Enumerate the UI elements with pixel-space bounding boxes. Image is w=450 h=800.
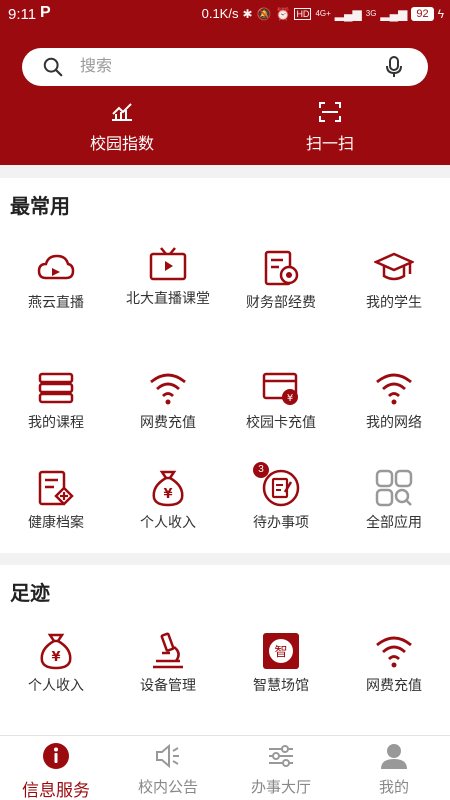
books-icon: [38, 372, 74, 404]
scan-icon: [319, 102, 341, 122]
charging-icon: ϟ: [437, 6, 444, 21]
chart-icon: [112, 103, 132, 121]
battery-level: 92: [411, 6, 434, 21]
campus-index-button[interactable]: 校园指数: [52, 100, 192, 154]
app-my-network[interactable]: 我的网络: [338, 368, 450, 434]
scan-label: 扫一扫: [305, 134, 354, 153]
svg-text:¥: ¥: [51, 650, 60, 665]
app-pku-live-class[interactable]: 北大直播课堂: [112, 244, 224, 310]
wifi-icon: [150, 373, 186, 405]
app-label: 待办事项: [253, 515, 309, 531]
mute-icon: 🔕: [256, 6, 272, 21]
search-icon[interactable]: [42, 56, 64, 78]
app-label: 个人收入: [140, 515, 196, 531]
signal-bars-icon: ▂▄▆: [334, 6, 362, 21]
section-title: 足迹: [10, 581, 50, 605]
app-all-apps[interactable]: 全部应用: [338, 468, 450, 534]
nav-service-hall[interactable]: 办事大厅: [225, 742, 337, 797]
signal-3g-icon: 3G: [365, 9, 377, 18]
tv-icon: [149, 247, 187, 281]
todo-icon-wrap: 3: [253, 462, 301, 508]
money-bag-icon: ¥: [152, 470, 184, 507]
nav-label: 我的: [378, 778, 409, 796]
app-device-management[interactable]: 设备管理: [112, 631, 224, 697]
card-icon: ¥: [262, 372, 298, 405]
svg-text:¥: ¥: [163, 487, 172, 502]
app-yanyun-live[interactable]: 燕云直播: [0, 248, 112, 314]
bluetooth-icon: ✱: [242, 6, 253, 21]
app-smart-venue[interactable]: 智 智慧场馆: [225, 631, 337, 697]
app-notification-icon: P: [40, 4, 51, 21]
app-my-students[interactable]: 我的学生: [338, 248, 450, 314]
search-bar[interactable]: [22, 48, 428, 86]
app-campus-card-recharge[interactable]: ¥ 校园卡充值: [225, 368, 337, 434]
nav-label: 校内公告: [137, 778, 198, 796]
nav-label: 办事大厅: [250, 778, 311, 796]
finance-icon: [264, 250, 299, 286]
svg-text:¥: ¥: [287, 393, 293, 404]
nav-label: 信息服务: [22, 781, 90, 800]
nav-mine[interactable]: 我的: [338, 742, 450, 797]
microscope-icon: [153, 632, 183, 669]
status-right: 0.1K/s ✱ 🔕 ⏰ HD 4G+ ▂▄▆ 3G ▂▄▆ 92 ϟ: [202, 6, 444, 21]
app-personal-income[interactable]: ¥ 个人收入: [112, 468, 224, 534]
nav-campus-announcements[interactable]: 校内公告: [112, 742, 224, 797]
microphone-icon[interactable]: [384, 56, 404, 78]
app-label: 网费充值: [140, 415, 196, 431]
wifi-icon: [376, 373, 412, 405]
graduation-cap-icon: [374, 252, 414, 281]
svg-text:智: 智: [274, 645, 287, 660]
bottom-nav: 信息服务 校内公告 办事大厅 我的: [0, 735, 450, 800]
health-record-icon: [38, 470, 74, 506]
network-speed: 0.1K/s: [201, 6, 239, 21]
venue-icon: 智: [263, 633, 299, 669]
app-label: 北大直播课堂: [126, 291, 210, 307]
app-label: 燕云直播: [28, 295, 84, 311]
app-label: 我的网络: [366, 415, 422, 431]
app-label: 全部应用: [366, 515, 422, 531]
signal-bars-icon: ▂▄▆: [380, 6, 408, 21]
signal-4g-icon: 4G+: [315, 9, 331, 18]
status-bar: 9:11 P 0.1K/s ✱ 🔕 ⏰ HD 4G+ ▂▄▆ 3G ▂▄▆ 92…: [0, 0, 450, 30]
header: 9:11 P 0.1K/s ✱ 🔕 ⏰ HD 4G+ ▂▄▆ 3G ▂▄▆ 92…: [0, 0, 450, 165]
search-input[interactable]: [80, 56, 370, 75]
app-label: 设备管理: [140, 678, 196, 694]
app-label: 网费充值: [366, 678, 422, 694]
sliders-icon: [269, 745, 293, 767]
app-my-courses[interactable]: 我的课程: [0, 368, 112, 434]
common-section: 最常用 燕云直播 北大直播课堂 财务部经费 我的学生 我的课程 网费充值 ¥ 校…: [0, 178, 450, 553]
scan-button[interactable]: 扫一扫: [260, 100, 400, 154]
user-icon: [381, 744, 407, 769]
app-label: 个人收入: [28, 678, 84, 694]
status-time: 9:11: [8, 6, 37, 23]
app-net-fee-recharge[interactable]: 网费充值: [112, 368, 224, 434]
app-health-record[interactable]: 健康档案: [0, 468, 112, 534]
app-label: 我的学生: [366, 295, 422, 311]
wifi-icon: [376, 636, 412, 668]
campus-index-label: 校园指数: [89, 134, 154, 153]
app-personal-income[interactable]: ¥ 个人收入: [0, 631, 112, 697]
section-title: 最常用: [10, 194, 70, 218]
speaker-icon: [156, 743, 179, 769]
app-label: 校园卡充值: [246, 415, 316, 431]
app-todo[interactable]: 3 待办事项: [225, 462, 337, 534]
hd-icon: HD: [294, 7, 312, 20]
app-net-fee-recharge[interactable]: 网费充值: [338, 631, 450, 697]
app-label: 智慧场馆: [253, 678, 309, 694]
todo-badge: 3: [253, 462, 269, 478]
app-label: 健康档案: [28, 515, 84, 531]
all-apps-icon: [375, 469, 413, 507]
money-bag-icon: ¥: [40, 633, 72, 670]
app-label: 财务部经费: [246, 295, 316, 311]
app-finance-funds[interactable]: 财务部经费: [225, 248, 337, 314]
app-label: 我的课程: [28, 415, 84, 431]
nav-info-service[interactable]: 信息服务: [0, 742, 112, 800]
alarm-icon: ⏰: [275, 6, 291, 21]
footprint-section: 足迹 ¥ 个人收入 设备管理 智 智慧场馆 网费充值: [0, 565, 450, 735]
cloud-live-icon: [37, 254, 75, 280]
info-icon: [43, 743, 69, 769]
